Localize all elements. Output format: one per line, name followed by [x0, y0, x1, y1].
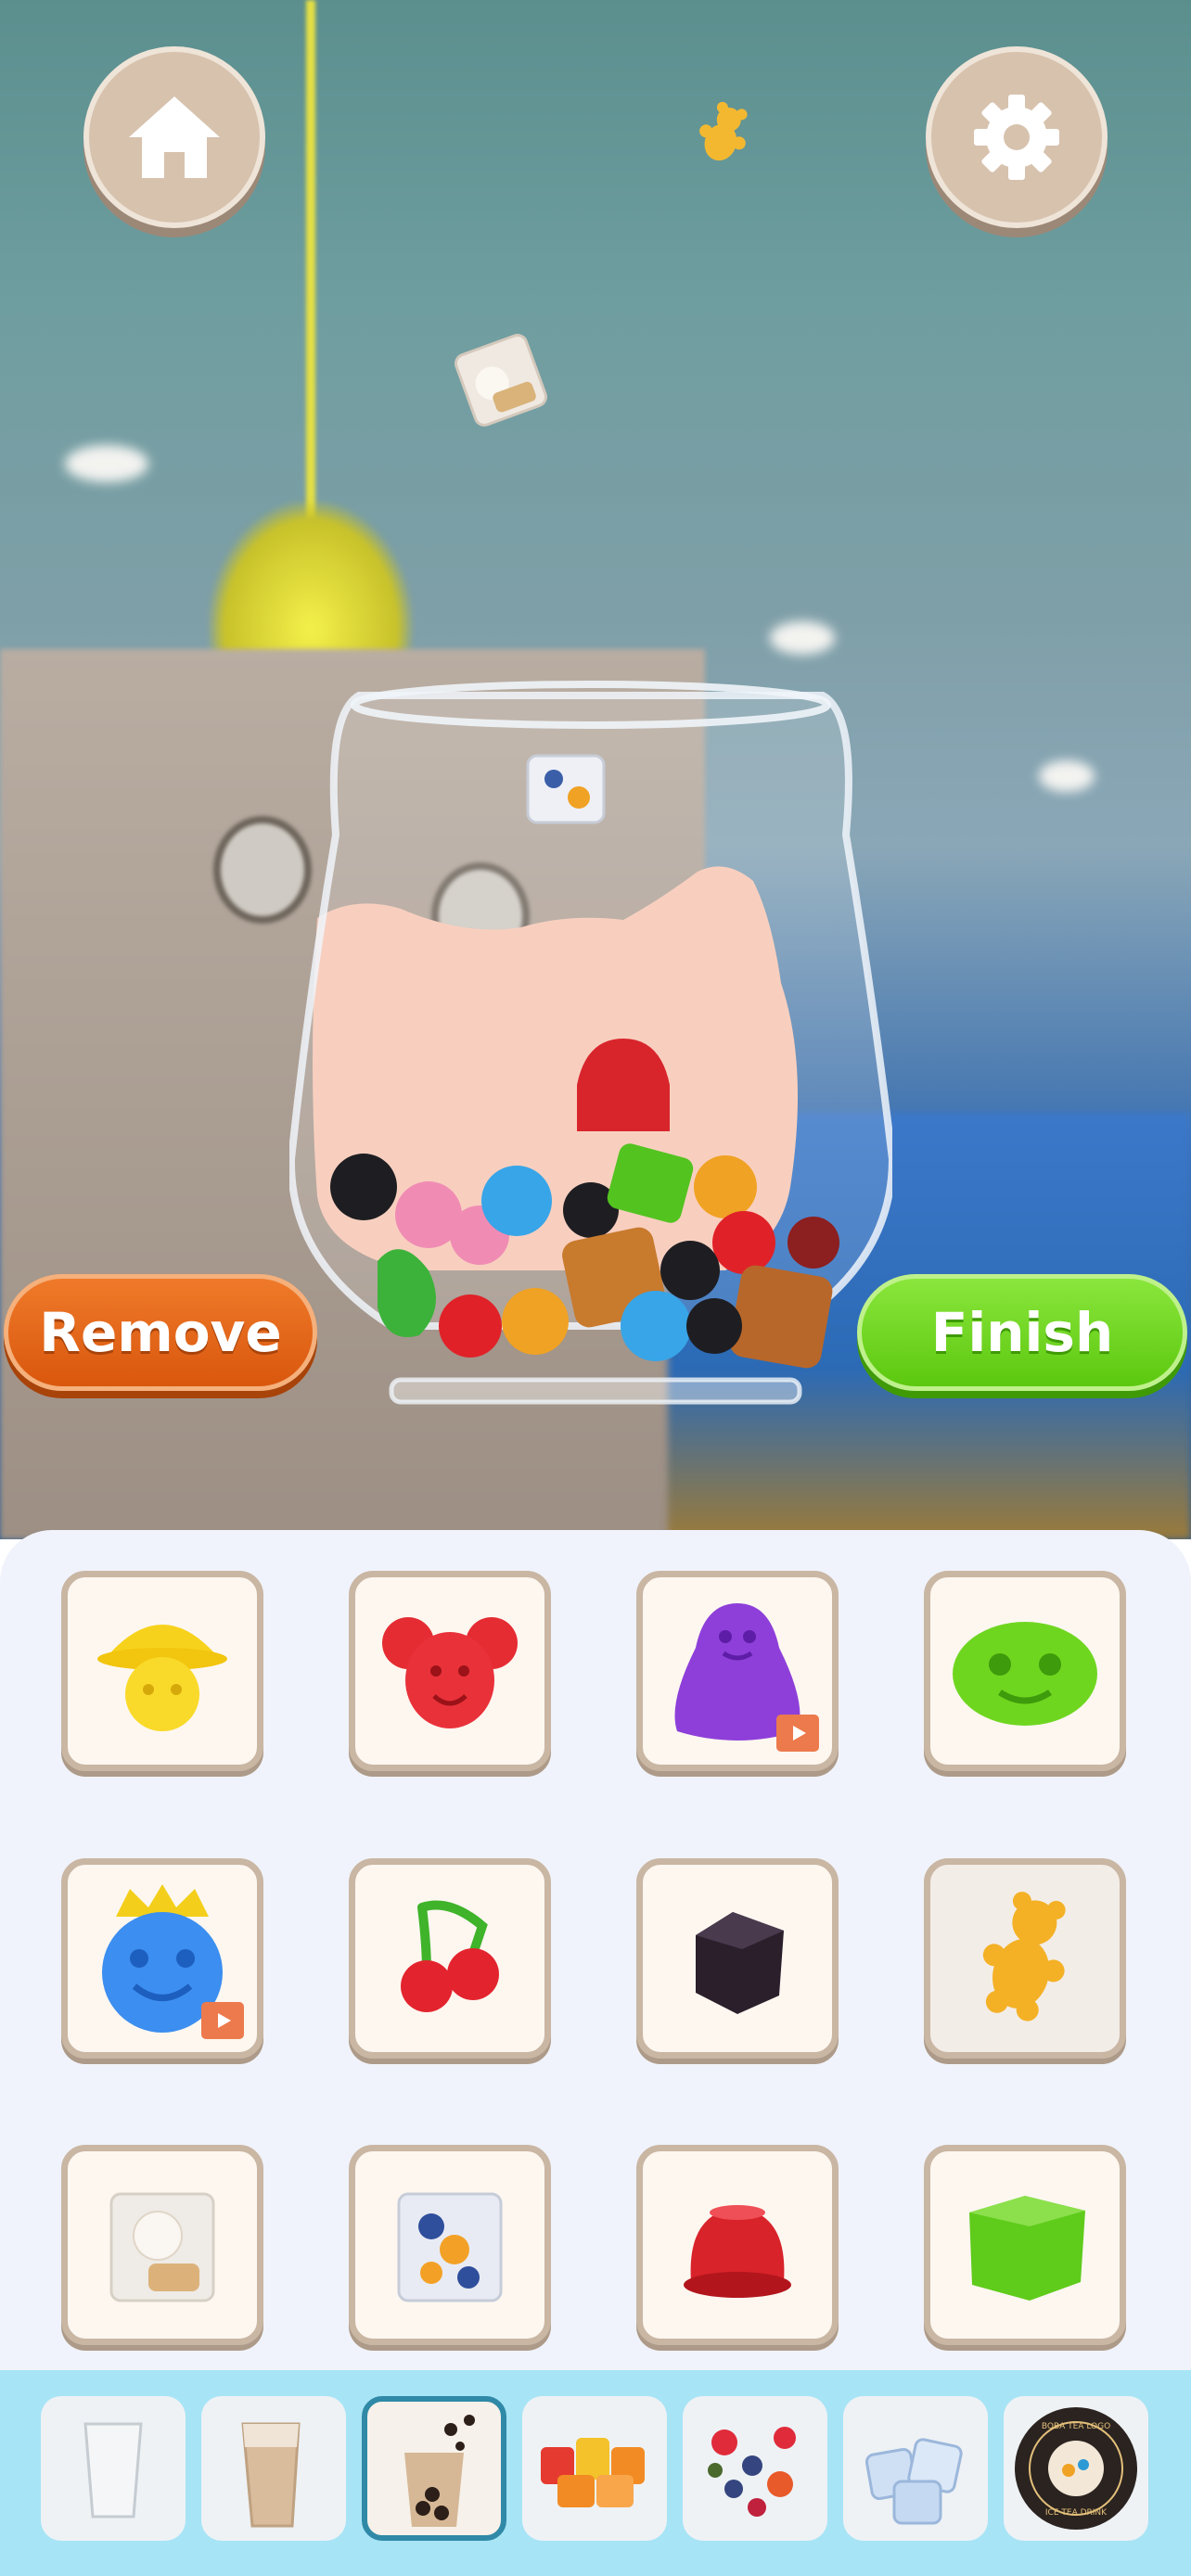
logo-text-top: BOBA TEA LOGO	[1042, 2422, 1110, 2431]
ceiling-light	[770, 621, 835, 655]
tab-boba[interactable]	[362, 2396, 506, 2541]
grass-jelly-cube-icon	[696, 1912, 784, 2014]
gummy-bear-icon	[982, 1892, 1066, 2021]
milk-tea-icon	[241, 2422, 301, 2528]
topping-cherry-gummy[interactable]	[349, 1858, 551, 2059]
ceiling-light	[65, 445, 148, 482]
ice-cubes-icon	[864, 2438, 963, 2525]
topping-purple-blob-jelly[interactable]	[636, 1571, 839, 1771]
lamp-cord	[306, 0, 315, 519]
tab-ice[interactable]	[843, 2396, 988, 2541]
yellow-hat-jelly-icon	[97, 1625, 227, 1731]
home-button[interactable]	[83, 46, 265, 228]
gear-icon	[974, 95, 1059, 180]
tab-milk-tea[interactable]	[201, 2396, 346, 2541]
topping-yellow-hat-jelly[interactable]	[61, 1571, 263, 1771]
logo-text-bottom: ICE TEA DRINK	[1045, 2508, 1108, 2518]
topping-green-jelly-cube[interactable]	[924, 2145, 1126, 2345]
boba-icon	[404, 2415, 475, 2527]
green-smile-jelly-icon	[953, 1622, 1097, 1726]
fruit-icon	[708, 2427, 796, 2517]
topping-fruit-jelly-cube[interactable]	[349, 2145, 551, 2345]
drink-glass	[289, 681, 892, 1405]
topping-red-pudding-jelly[interactable]	[636, 2145, 839, 2345]
remove-button[interactable]: Remove	[4, 1274, 317, 1391]
red-bear-jelly-icon	[382, 1617, 518, 1728]
cup-icon	[83, 2422, 143, 2519]
lychee-jelly-cube-icon	[109, 2192, 215, 2302]
cherry-gummy-icon	[401, 1900, 499, 2012]
topping-blue-crown-jelly[interactable]	[61, 1858, 263, 2059]
jelly-icon	[541, 2438, 645, 2507]
falling-lychee-cube	[455, 334, 547, 427]
tab-jelly[interactable]	[522, 2396, 667, 2541]
finish-button[interactable]: Finish	[857, 1274, 1187, 1391]
boba-tea-logo-icon: BOBA TEA LOGO ICE TEA DRINK	[1015, 2407, 1137, 2530]
topping-gummy-bear[interactable]	[924, 1858, 1126, 2059]
green-jelly-cube-icon	[969, 2196, 1085, 2301]
red-pudding-jelly-icon	[684, 2205, 791, 2298]
home-icon	[129, 96, 220, 178]
video-ad-icon	[776, 1715, 819, 1752]
tab-cup[interactable]	[41, 2396, 186, 2541]
topping-red-bear-jelly[interactable]	[349, 1571, 551, 1771]
topping-lychee-jelly-cube[interactable]	[61, 2145, 263, 2345]
topping-green-smile-jelly[interactable]	[924, 1571, 1126, 1771]
topping-black-grass-jelly[interactable]	[636, 1858, 839, 2059]
tab-fruit[interactable]	[683, 2396, 827, 2541]
fruit-jelly-cube-icon	[397, 2192, 503, 2302]
ceiling-light	[1039, 760, 1095, 792]
falling-gummy-bear	[699, 102, 748, 161]
video-ad-icon	[201, 2002, 244, 2039]
tab-logo[interactable]: BOBA TEA LOGO ICE TEA DRINK	[1004, 2396, 1148, 2541]
settings-button[interactable]	[926, 46, 1108, 228]
